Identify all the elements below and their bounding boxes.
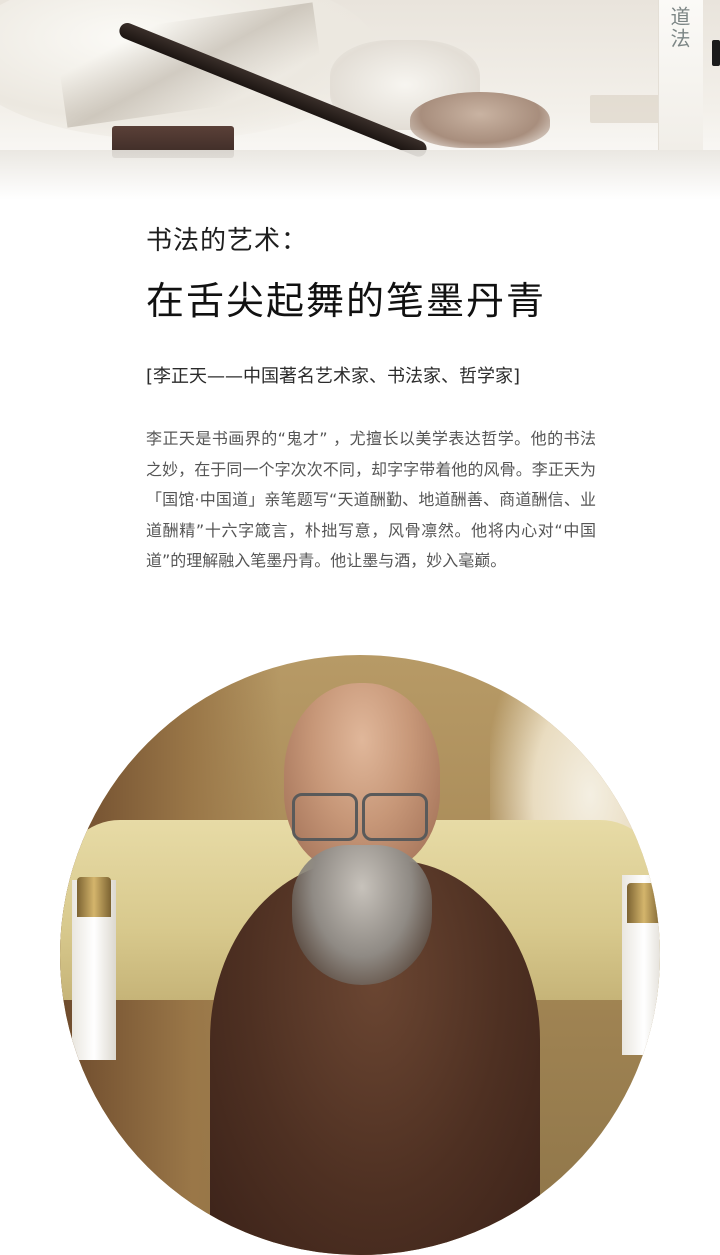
glasses-right-lens [362,793,428,841]
bottle-cap-right [627,883,660,923]
section-title: 在舌尖起舞的笔墨丹青 [146,279,547,323]
glasses-left-lens [292,793,358,841]
paper-surface [0,150,720,200]
grey-beard [292,845,432,985]
hand [410,92,550,148]
scroll-edge [712,40,720,66]
artist-description: 李正天是书画界的“鬼才” ，尤擅长以美学表达哲学。他的书法之妙，在于同一个字次次… [146,429,596,570]
artist-tagline: [李正天——中国著名艺术家、书法家、哲学家] [146,366,521,387]
banner-photo: 道法 [0,0,720,200]
section-subtitle: 书法的艺术： [146,226,309,256]
bottle-cap-left [77,877,111,917]
artist-portrait [60,655,660,1255]
scroll-calligraphy-text: 道法 [667,6,691,50]
wooden-box [590,95,660,123]
